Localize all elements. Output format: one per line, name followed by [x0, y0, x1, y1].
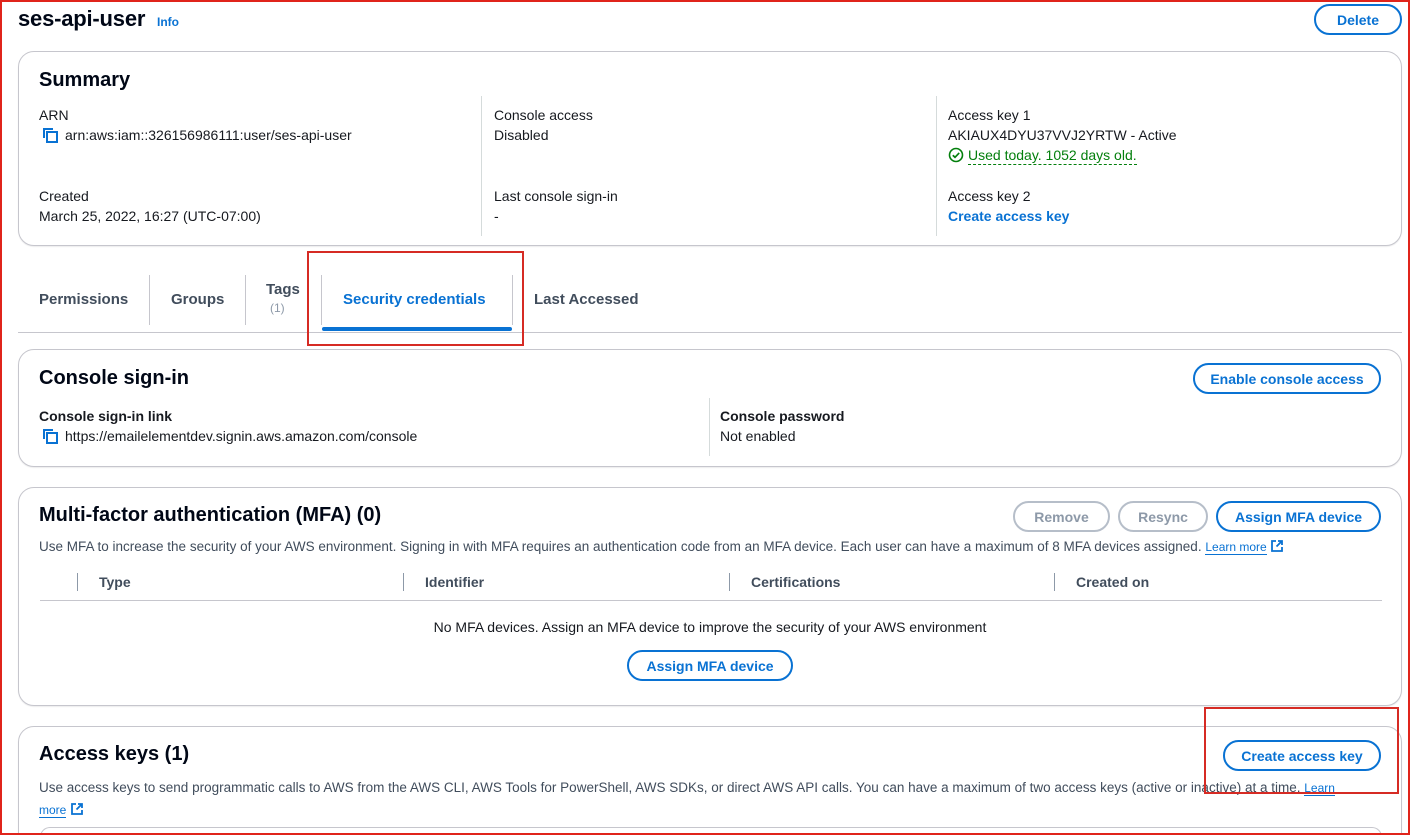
- column-separator: [403, 573, 404, 591]
- access-key2-label: Access key 2: [948, 188, 1031, 204]
- summary-heading: Summary: [39, 69, 131, 91]
- access-key1-value: AKIAUX4DYU37VVJ2YRTW - Active: [948, 127, 1177, 143]
- create-access-key-button[interactable]: Create access key: [1223, 740, 1381, 771]
- access-keys-heading: Access keys (1): [39, 743, 190, 765]
- mfa-empty-message: No MFA devices. Assign an MFA device to …: [433, 619, 987, 635]
- resync-button[interactable]: Resync: [1118, 501, 1208, 532]
- last-signin-label: Last console sign-in: [494, 188, 618, 204]
- mfa-description: Use MFA to increase the security of your…: [39, 539, 1284, 555]
- console-signin-link-label: Console sign-in link: [39, 408, 173, 424]
- tab-permissions[interactable]: Permissions: [39, 291, 128, 308]
- access-keys-more-link[interactable]: more: [39, 803, 67, 818]
- mfa-description-text: Use MFA to increase the security of your…: [39, 539, 1202, 554]
- column-divider: [936, 96, 937, 236]
- mfa-heading: Multi-factor authentication (MFA) (0): [39, 504, 382, 526]
- delete-button[interactable]: Delete: [1314, 4, 1402, 35]
- arn-label: ARN: [39, 107, 69, 123]
- tab-groups[interactable]: Groups: [171, 291, 224, 308]
- active-tab-indicator: [322, 327, 512, 331]
- access-keys-description: Use access keys to send programmatic cal…: [39, 777, 1384, 821]
- tab-separator: [321, 275, 322, 325]
- enable-console-access-button[interactable]: Enable console access: [1193, 363, 1381, 394]
- info-link[interactable]: Info: [157, 15, 179, 29]
- tab-separator: [245, 275, 246, 325]
- access-key1-status: Used today. 1052 days old.: [968, 147, 1137, 165]
- console-signin-heading: Console sign-in: [39, 367, 189, 389]
- console-signin-card: Console sign-in Console sign-in link htt…: [18, 349, 1402, 467]
- column-header-certifications[interactable]: Certifications: [751, 574, 840, 590]
- column-header-type[interactable]: Type: [99, 574, 131, 590]
- access-keys-table: [40, 827, 1382, 835]
- tab-separator: [512, 275, 513, 325]
- column-separator: [729, 573, 730, 591]
- access-keys-learn-link[interactable]: Learn: [1304, 781, 1335, 796]
- tab-security-credentials[interactable]: Security credentials: [343, 291, 486, 308]
- column-header-identifier[interactable]: Identifier: [425, 574, 484, 590]
- external-link-icon[interactable]: [1270, 539, 1284, 553]
- created-value: March 25, 2022, 16:27 (UTC-07:00): [39, 208, 261, 224]
- console-password-label: Console password: [720, 408, 845, 424]
- created-label: Created: [39, 188, 89, 204]
- tab-last-accessed[interactable]: Last Accessed: [534, 291, 639, 308]
- column-separator: [77, 573, 78, 591]
- table-header-divider: [40, 600, 1382, 601]
- arn-value: arn:aws:iam::326156986111:user/ses-api-u…: [65, 127, 352, 143]
- access-key1-label: Access key 1: [948, 107, 1031, 123]
- assign-mfa-device-empty-button[interactable]: Assign MFA device: [627, 650, 793, 681]
- summary-card: Summary ARN arn:aws:iam::326156986111:us…: [18, 51, 1402, 246]
- access-keys-description-text: Use access keys to send programmatic cal…: [39, 780, 1301, 795]
- external-link-icon[interactable]: [70, 802, 84, 816]
- tab-tags[interactable]: Tags: [266, 281, 300, 298]
- column-divider: [481, 96, 482, 236]
- copy-icon[interactable]: [42, 127, 58, 143]
- check-circle-icon: [948, 147, 964, 163]
- assign-mfa-device-button[interactable]: Assign MFA device: [1216, 501, 1381, 532]
- mfa-learn-more-link[interactable]: Learn more: [1205, 540, 1267, 555]
- console-access-value: Disabled: [494, 127, 549, 143]
- column-divider: [709, 398, 710, 456]
- copy-icon[interactable]: [42, 428, 58, 444]
- remove-button[interactable]: Remove: [1013, 501, 1110, 532]
- tabs-divider: [18, 332, 1402, 333]
- console-signin-link-value: https://emailelementdev.signin.aws.amazo…: [65, 428, 418, 444]
- console-password-value: Not enabled: [720, 428, 796, 444]
- page-title: ses-api-user: [18, 6, 146, 31]
- console-access-label: Console access: [494, 107, 593, 123]
- tab-separator: [149, 275, 150, 325]
- tab-tags-count: (1): [270, 301, 285, 315]
- column-separator: [1054, 573, 1055, 591]
- last-signin-value: -: [494, 208, 499, 224]
- column-header-created-on[interactable]: Created on: [1076, 574, 1149, 590]
- create-access-key-link[interactable]: Create access key: [948, 208, 1069, 224]
